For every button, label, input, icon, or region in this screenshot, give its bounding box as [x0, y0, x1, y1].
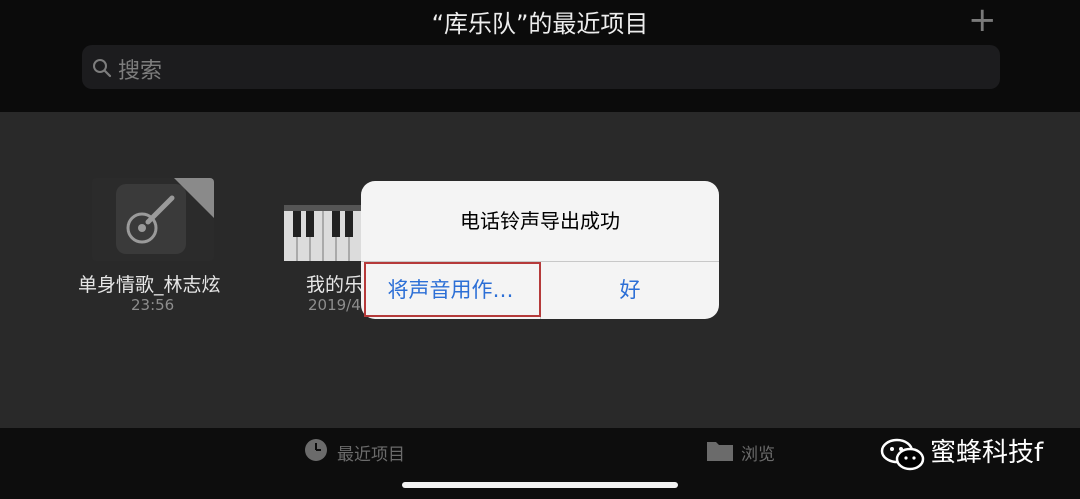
- ok-button[interactable]: 好: [541, 261, 719, 319]
- folder-icon: [707, 442, 733, 461]
- tab-recent[interactable]: 最近项目: [337, 440, 405, 465]
- alert-title: 电话铃声导出成功: [460, 209, 620, 233]
- piano-keys-icon: [284, 205, 364, 261]
- project-time: 23:56: [131, 296, 175, 314]
- add-project-button[interactable]: +: [968, 0, 997, 40]
- search-placeholder: 搜索: [118, 59, 163, 84]
- project-time: 2019/4: [308, 296, 361, 314]
- project-thumbnail-guitar[interactable]: [92, 178, 214, 261]
- wechat-icon: [880, 438, 925, 471]
- search-icon: [93, 59, 112, 78]
- watermark-text: 蜜蜂科技f: [930, 438, 1044, 468]
- project-thumbnail-piano[interactable]: [284, 205, 364, 261]
- project-name[interactable]: 单身情歌_林志炫: [78, 270, 221, 297]
- page-title: “库乐队”的最近项目: [431, 10, 649, 38]
- home-indicator[interactable]: [402, 482, 678, 488]
- annotation-highlight-box: [364, 262, 541, 317]
- project-corner-fold: [174, 178, 214, 218]
- project-name[interactable]: 我的乐: [306, 270, 363, 297]
- tab-browse[interactable]: 浏览: [741, 440, 775, 465]
- clock-icon: [305, 439, 327, 461]
- search-input[interactable]: 搜索: [82, 45, 1000, 89]
- top-bar: “库乐队”的最近项目 + 搜索: [0, 0, 1080, 112]
